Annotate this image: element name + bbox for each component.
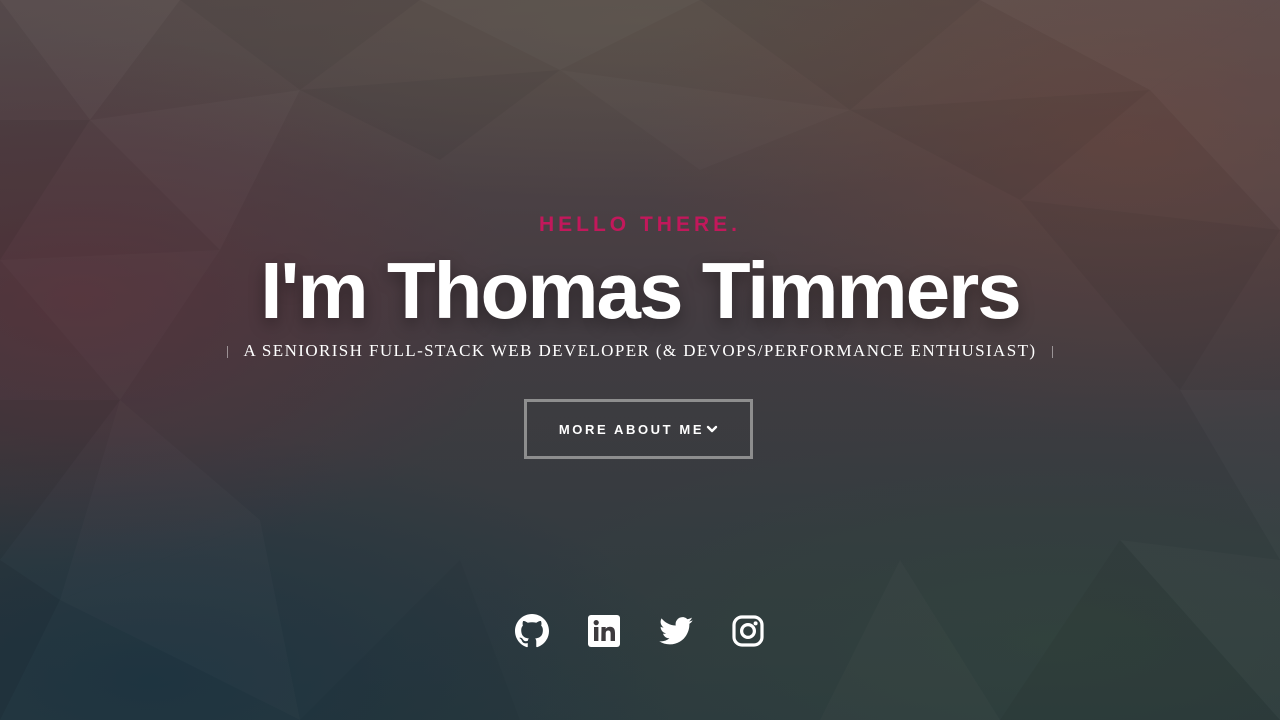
subtitle-divider-left [226, 346, 228, 359]
instagram-icon [732, 615, 764, 647]
social-links [0, 612, 1280, 650]
github-link[interactable] [515, 612, 549, 650]
linkedin-link[interactable] [587, 612, 621, 650]
hero-section: HELLO THERE. I'm Thomas Timmers A SENIOR… [0, 0, 1280, 720]
subtitle-divider-right [1052, 346, 1054, 359]
github-icon [515, 614, 549, 648]
twitter-icon [659, 617, 693, 645]
chevron-down-icon [706, 423, 718, 435]
more-about-me-label: MORE ABOUT ME [558, 421, 705, 437]
page-title: I'm Thomas Timmers [260, 246, 1022, 335]
subtitle-text: A SENIORISH FULL-STACK WEB DEVELOPER (& … [243, 341, 1037, 360]
more-about-me-button[interactable]: MORE ABOUT ME [524, 399, 753, 459]
greeting-text: HELLO THERE. [538, 213, 741, 236]
instagram-link[interactable] [731, 612, 765, 650]
linkedin-icon [588, 615, 620, 647]
subtitle: A SENIORISH FULL-STACK WEB DEVELOPER (& … [0, 340, 1280, 362]
twitter-link[interactable] [659, 612, 693, 650]
